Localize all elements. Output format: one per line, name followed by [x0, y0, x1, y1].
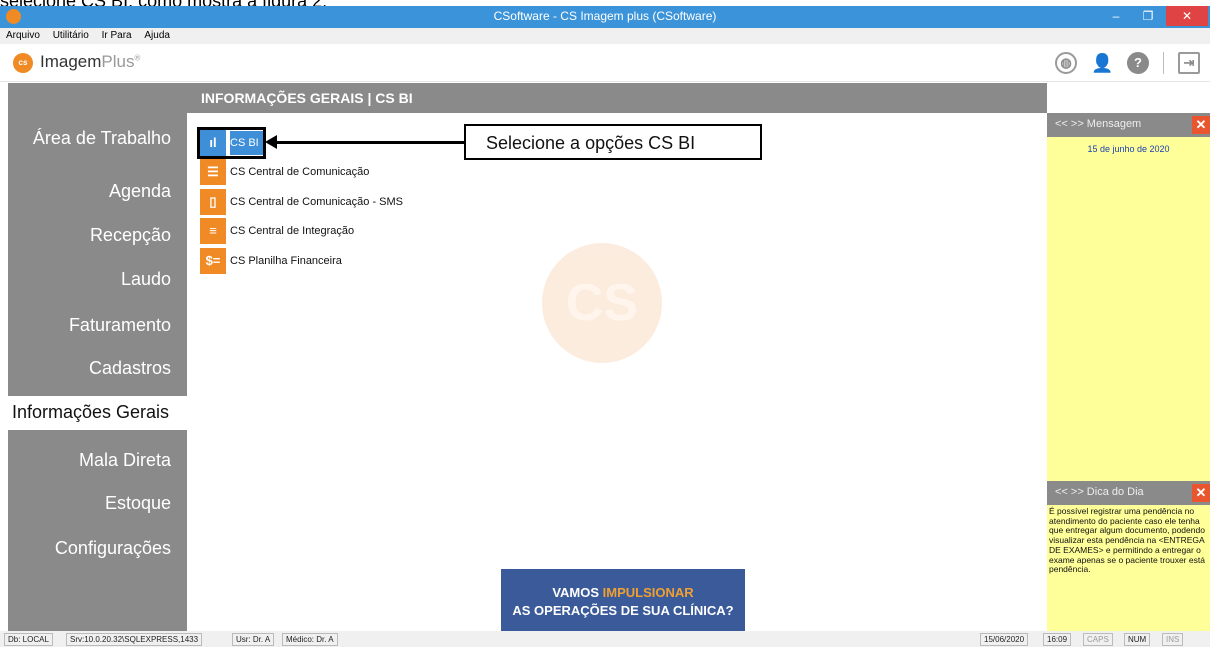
sidebar: Área de Trabalho Agenda Recepção Laudo F… — [8, 83, 187, 631]
sidebar-item-informacoes-gerais[interactable]: Informações Gerais — [8, 396, 187, 430]
banner-highlight: IMPULSIONAR — [602, 585, 694, 600]
app-root: selecione CS BI, como mostra a figura 2:… — [0, 0, 1210, 647]
brand-name-plus: Plus — [101, 52, 135, 71]
sidebar-item-estoque[interactable]: Estoque — [105, 493, 171, 514]
menu-utilitario[interactable]: Utilitário — [47, 28, 93, 41]
status-date: 15/06/2020 — [980, 633, 1029, 646]
tip-text: É possível registrar uma pendência no at… — [1049, 506, 1205, 575]
list-item-cs-central-comunicacao-sms[interactable]: ▯ CS Central de Comunicação - SMS — [200, 189, 403, 215]
phone-icon: ▯ — [200, 189, 226, 215]
status-caps: CAPS — [1083, 633, 1113, 646]
sidebar-item-faturamento[interactable]: Faturamento — [69, 315, 171, 336]
content-area: CS ıl CS BI ☰ CS Central de Comunicação … — [187, 113, 1047, 631]
database-icon: ≡ — [200, 218, 226, 244]
status-user: Usr: Dr. A — [232, 633, 275, 646]
callout-box: Selecione a opções CS BI — [464, 124, 762, 160]
banner-line-2: AS OPERAÇÕES DE SUA CLÍNICA? — [512, 603, 734, 618]
menu-bar: Arquivo Utilitário Ir Para Ajuda — [0, 28, 1210, 44]
message-date: 15 de junho de 2020 — [1087, 144, 1170, 154]
list-item-label: CS Planilha Financeira — [230, 255, 342, 267]
message-panel-nav[interactable]: << >> Mensagem — [1055, 118, 1141, 130]
money-icon: $= — [200, 248, 226, 274]
sidebar-item-agenda[interactable]: Agenda — [109, 181, 171, 202]
list-item-cs-bi[interactable]: ıl CS BI — [197, 127, 266, 159]
list-item-cs-central-integracao[interactable]: ≡ CS Central de Integração — [200, 218, 354, 244]
help-icon[interactable]: ? — [1127, 52, 1149, 74]
status-bar: Db: LOCAL Srv:10.0.20.32\SQLEXPRESS,1433… — [0, 631, 1210, 647]
menu-arquivo[interactable]: Arquivo — [0, 28, 44, 41]
window-titlebar[interactable]: CSoftware - CS Imagem plus (CSoftware) –… — [0, 6, 1210, 28]
close-message-panel-button[interactable]: ✕ — [1192, 116, 1210, 134]
sidebar-item-recepcao[interactable]: Recepção — [90, 225, 171, 246]
list-item-cs-central-comunicacao[interactable]: ☰ CS Central de Comunicação — [200, 159, 369, 185]
sidebar-item-mala-direta[interactable]: Mala Direta — [79, 450, 171, 471]
status-time: 16:09 — [1043, 633, 1072, 646]
promo-banner[interactable]: VAMOS IMPULSIONAR AS OPERAÇÕES DE SUA CL… — [501, 569, 745, 631]
status-db: Db: LOCAL — [4, 633, 53, 646]
globe-icon[interactable]: ◍ — [1055, 52, 1077, 74]
maximize-button[interactable]: ❐ — [1134, 6, 1162, 26]
brand-logo-icon: cs — [13, 53, 33, 73]
brand-name-main: Imagem — [40, 52, 102, 71]
brand-bar: cs ImagemPlus® ◍ 👤 ? ⇥ — [0, 44, 1210, 82]
communication-icon: ☰ — [200, 159, 226, 185]
status-ins: INS — [1162, 633, 1184, 646]
tip-panel-nav[interactable]: << >> Dica do Dia — [1055, 486, 1144, 498]
sidebar-item-laudo[interactable]: Laudo — [121, 269, 171, 290]
sidebar-item-configuracoes[interactable]: Configurações — [55, 538, 171, 559]
status-server: Srv:10.0.20.32\SQLEXPRESS,1433 — [66, 633, 203, 646]
tip-panel-header: << >> Dica do Dia ✕ — [1047, 481, 1210, 505]
bar-chart-icon: ıl — [200, 130, 226, 156]
list-item-label: CS Central de Comunicação - SMS — [230, 196, 404, 208]
toolbar-icons: ◍ 👤 ? ⇥ — [1055, 52, 1200, 74]
sidebar-item-area-de-trabalho[interactable]: Área de Trabalho — [33, 128, 171, 149]
list-item-cs-planilha-financeira[interactable]: $= CS Planilha Financeira — [200, 248, 342, 274]
sidebar-item-cadastros[interactable]: Cadastros — [89, 358, 171, 379]
window-title: CSoftware - CS Imagem plus (CSoftware) — [493, 9, 717, 23]
content-header: INFORMAÇÕES GERAIS | CS BI — [187, 83, 1047, 113]
menu-ajuda[interactable]: Ajuda — [138, 28, 174, 41]
list-item-label: CS BI — [230, 131, 263, 155]
list-item-label: CS Central de Integração — [230, 225, 355, 237]
user-icon[interactable]: 👤 — [1091, 52, 1113, 74]
message-panel-header: << >> Mensagem ✕ — [1047, 113, 1210, 137]
toolbar-separator — [1163, 52, 1164, 74]
banner-line-1-text: VAMOS — [552, 585, 603, 600]
minimize-button[interactable]: – — [1102, 6, 1130, 26]
status-medico: Médico: Dr. A — [282, 633, 338, 646]
status-num: NUM — [1124, 633, 1151, 646]
brand-name: ImagemPlus® — [40, 52, 140, 72]
close-tip-panel-button[interactable]: ✕ — [1192, 484, 1210, 502]
brand-registered-mark: ® — [134, 53, 141, 63]
page-title: INFORMAÇÕES GERAIS | CS BI — [201, 90, 413, 106]
cs-watermark-logo: CS — [542, 243, 662, 363]
banner-line-1: VAMOS IMPULSIONAR — [501, 585, 745, 600]
menu-ir-para[interactable]: Ir Para — [96, 28, 136, 41]
list-item-label: CS Central de Comunicação — [230, 166, 370, 178]
callout-arrow-line — [275, 141, 465, 144]
right-panel: << >> Mensagem ✕ 15 de junho de 2020 << … — [1047, 113, 1210, 631]
callout-arrow-head — [265, 135, 277, 149]
close-window-button[interactable]: ✕ — [1166, 6, 1208, 26]
exit-icon[interactable]: ⇥ — [1178, 52, 1200, 74]
